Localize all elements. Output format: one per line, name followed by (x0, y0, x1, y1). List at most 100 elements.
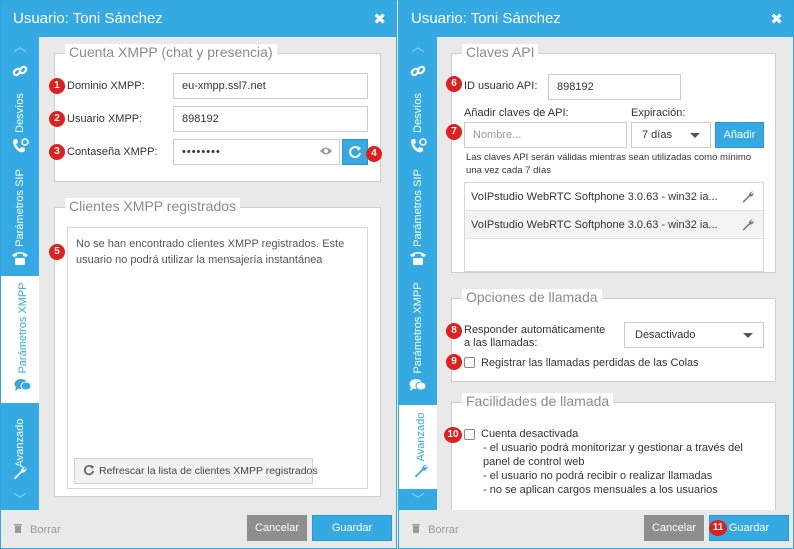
tab-avanzado-label: Avanzado (14, 418, 26, 468)
autoanswer-select[interactable]: Desactivado (624, 322, 764, 348)
autoanswer-label: Responder automáticamente a las llamadas… (464, 324, 606, 349)
tab-xmpp-label: Parámetros XMPP (17, 282, 29, 374)
tab-parametros-sip[interactable]: Parámetros SIP (399, 164, 437, 276)
facility-line: - el usuario no podrá recibir o realizar… (483, 470, 713, 482)
api-key-name: VoIPstudio WebRTC Softphone 3.0.63 - win… (471, 219, 718, 231)
add-api-keys-label: Añadir claves de API: (464, 107, 569, 119)
api-key-name: VoIPstudio WebRTC Softphone 3.0.63 - win… (471, 191, 718, 203)
call-options-panel: Opciones de llamada 8 Responder automáti… (446, 289, 776, 382)
api-key-name-input[interactable] (464, 122, 627, 148)
chevron-down-icon[interactable]: ﹀ (399, 490, 437, 510)
caret-down-icon (690, 133, 700, 138)
dialog-footer: Borrar Cancelar Guardar (1, 510, 396, 548)
side-navigation: ︿ Desvíos Parámetros SIP Parámetros XMPP (399, 37, 437, 510)
panel-title: Cuenta XMPP (chat y presencia) (65, 44, 277, 60)
api-keys-note: Las claves API serán válidas mientras se… (466, 152, 752, 176)
save-button[interactable]: Guardar (312, 515, 392, 541)
eye-icon[interactable] (319, 145, 333, 160)
panel-title: Opciones de llamada (462, 289, 602, 305)
annotation-badge: 5 (49, 244, 65, 260)
tab-avanzado[interactable]: Avanzado (1, 403, 39, 493)
refresh-clients-label: Refrescar la lista de clientes XMPP regi… (99, 465, 318, 477)
telephone-icon (1, 250, 39, 269)
annotation-badge: 11 (709, 520, 727, 536)
clients-list: No se han encontrado clientes XMPP regis… (67, 227, 368, 489)
wrench-icon (1, 465, 39, 484)
dialog-titlebar: Usuario: Toni Sánchez ✖ (399, 1, 793, 37)
annotation-badge: 8 (446, 323, 462, 339)
tab-parametros-xmpp[interactable]: Parámetros XMPP (1, 276, 39, 403)
content-area: Claves API 6 ID usuario API: Añadir clav… (437, 37, 793, 512)
tab-general[interactable] (1, 57, 39, 87)
delete-label: Borrar (30, 524, 61, 536)
account-disabled-checkbox[interactable] (464, 429, 475, 440)
tab-desvios-label: Desvíos (412, 93, 424, 133)
chevron-up-icon[interactable]: ︿ (1, 37, 39, 57)
tab-desvios[interactable]: Desvíos (1, 89, 39, 164)
expiry-select[interactable]: 7 días (631, 122, 711, 148)
wrench-icon[interactable] (741, 218, 755, 235)
api-user-id-input[interactable] (548, 74, 681, 100)
facility-line: - el usuario podrá monitorizar y gestion… (483, 442, 743, 454)
refresh-clients-button[interactable]: Refrescar la lista de clientes XMPP regi… (74, 458, 318, 484)
add-api-key-button[interactable]: Añadir (715, 122, 764, 148)
chevron-up-icon[interactable]: ︿ (399, 37, 437, 57)
link-icon (399, 63, 437, 82)
chevron-down-icon[interactable]: ﹀ (1, 490, 39, 510)
phone-forward-icon (1, 137, 39, 158)
xmpp-user-input[interactable] (173, 106, 368, 132)
autoanswer-select-value: Desactivado (635, 329, 696, 341)
caret-down-icon (743, 333, 753, 338)
dialog-title: Usuario: Toni Sánchez (13, 10, 163, 27)
tab-parametros-xmpp[interactable]: Parámetros XMPP (399, 276, 437, 403)
facility-line: - no se aplican cargos mensuales a los u… (483, 484, 718, 496)
annotation-badge: 4 (366, 146, 382, 162)
xmpp-clients-panel: Clientes XMPP registrados No se han enco… (49, 198, 381, 497)
content-area: Cuenta XMPP (chat y presencia) 1 Dominio… (39, 37, 396, 510)
xmpp-domain-input[interactable] (173, 73, 368, 99)
call-facilities-panel: Facilidades de llamada 10 Cuenta desacti… (444, 393, 776, 512)
wrench-icon[interactable] (741, 190, 755, 207)
annotation-badge: 1 (49, 78, 65, 94)
api-key-row[interactable]: VoIPstudio WebRTC Softphone 3.0.63 - win… (465, 211, 763, 239)
delete-button[interactable]: Borrar (411, 522, 459, 536)
chat-icon (399, 378, 437, 395)
panel-title: Facilidades de llamada (462, 393, 614, 409)
tab-avanzado-label: Avanzado (415, 412, 427, 462)
delete-label: Borrar (428, 524, 459, 536)
tab-desvios-label: Desvíos (14, 93, 26, 133)
cancel-button[interactable]: Cancelar (644, 515, 704, 541)
missed-calls-checkbox[interactable] (464, 357, 475, 368)
api-keys-list: VoIPstudio WebRTC Softphone 3.0.63 - win… (464, 182, 764, 272)
dialog-titlebar: Usuario: Toni Sánchez ✖ (1, 1, 396, 37)
phone-forward-icon (399, 137, 437, 158)
delete-button[interactable]: Borrar (13, 522, 61, 536)
tab-parametros-sip[interactable]: Parámetros SIP (1, 164, 39, 276)
refresh-icon (83, 464, 95, 479)
trash-icon (14, 524, 22, 533)
empty-clients-message: No se han encontrado clientes XMPP regis… (76, 238, 345, 266)
user-dialog-advanced: Usuario: Toni Sánchez ✖ ︿ Desvíos Paráme… (398, 0, 794, 549)
regenerate-password-button[interactable] (342, 139, 368, 165)
xmpp-domain-label: Dominio XMPP: (67, 80, 145, 92)
cancel-button[interactable]: Cancelar (247, 515, 307, 541)
api-keys-panel: Claves API 6 ID usuario API: Añadir clav… (446, 44, 776, 273)
facility-line: panel de control web (483, 456, 585, 468)
xmpp-password-label: Contaseña XMPP: (67, 146, 158, 158)
tab-sip-label: Parámetros SIP (14, 169, 26, 247)
annotation-badge: 6 (446, 76, 462, 92)
annotation-badge: 3 (49, 144, 65, 160)
xmpp-password-input[interactable]: •••••••• (173, 139, 340, 165)
api-key-row[interactable]: VoIPstudio WebRTC Softphone 3.0.63 - win… (465, 183, 763, 211)
dialog-title: Usuario: Toni Sánchez (411, 10, 561, 27)
chat-icon (4, 378, 39, 395)
user-dialog-xmpp: Usuario: Toni Sánchez ✖ ︿ Desvíos Paráme… (0, 0, 397, 549)
trash-icon (412, 524, 420, 533)
close-icon[interactable]: ✖ (770, 10, 783, 28)
tab-desvios[interactable]: Desvíos (399, 89, 437, 164)
tab-general[interactable] (399, 57, 437, 87)
tab-avanzado[interactable]: Avanzado (399, 405, 437, 489)
xmpp-user-label: Usuario XMPP: (67, 113, 143, 125)
wrench-icon (402, 463, 437, 482)
close-icon[interactable]: ✖ (373, 10, 386, 28)
